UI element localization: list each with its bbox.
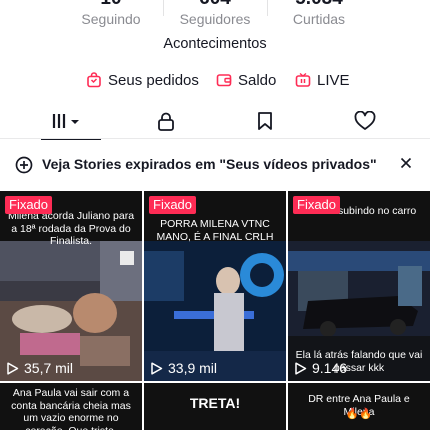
play-icon [7,361,19,375]
live-label: LIVE [317,71,350,89]
video-tile[interactable]: Fixado Juliano subindo no carro Ela lá a… [288,191,430,381]
video-caption: TRETA! [189,395,241,411]
followers-label: Seguidores [179,11,251,27]
likes-stat[interactable]: 5.034 Curtidas [264,0,374,28]
video-caption: Ana Paula vai sair com a conta bancária … [11,387,131,430]
tab-saved[interactable] [240,106,290,136]
live-link[interactable]: LIVE [295,69,350,91]
heart-icon [354,111,376,130]
profile-stats: 10 Seguindo 604 Seguidores 5.034 Curtida… [0,0,430,32]
followers-count: 604 [160,0,270,10]
banner-text: Veja Stories expirados em "Seus vídeos p… [42,156,377,172]
following-count: 10 [56,0,166,10]
quick-links: Seus pedidos Saldo LIVE [0,69,430,91]
video-tile[interactable]: Fixado PORRA MILENA VTNC MANO, É A FINAL… [144,191,286,381]
videos-grid-icon [52,114,79,128]
video-tile[interactable]: DR entre Ana Paula e Milena 🔥🔥 [288,383,430,430]
lock-icon [158,112,174,131]
tab-private[interactable] [141,106,191,136]
bookmark-icon [258,112,272,130]
likes-label: Curtidas [292,11,346,27]
view-count: 35,7 mil [6,360,73,376]
stories-banner[interactable]: Veja Stories expirados em "Seus vídeos p… [0,150,430,180]
profile-tabs [0,106,430,140]
following-stat[interactable]: 10 Seguindo [56,0,166,28]
view-count-value: 35,7 mil [24,360,74,376]
tab-liked[interactable] [340,106,390,136]
add-story-icon [15,156,33,174]
following-label: Seguindo [81,11,141,27]
video-caption-emoji: 🔥🔥 [345,408,373,420]
tab-videos[interactable] [43,106,93,136]
events-link[interactable]: Acontecimentos [0,36,430,52]
video-tile[interactable]: Ana Paula vai sair com a conta bancária … [0,383,142,430]
wallet-icon [216,74,232,87]
video-caption: Milena acorda Juliano para a 18ª rodada … [7,210,135,247]
view-count: 9.146 [294,360,347,376]
followers-stat[interactable]: 604 Seguidores [160,0,270,28]
balance-label: Saldo [238,71,277,89]
close-icon[interactable] [398,155,414,171]
balance-link[interactable]: Saldo [216,69,276,91]
video-caption: PORRA MILENA VTNC MANO, É A FINAL CRLH [156,218,274,243]
video-tile[interactable]: Fixado Milena acorda Juliano para a 18ª … [0,191,142,381]
view-count-value: 9.146 [312,360,348,376]
play-icon [295,361,307,375]
live-tv-icon [295,72,311,87]
tab-divider [0,138,430,139]
pinned-badge: Fixado [5,196,53,214]
view-count: 33,9 mil [150,360,217,376]
video-tile[interactable]: TRETA! [144,383,286,430]
pinned-badge: Fixado [293,196,341,214]
orders-link[interactable]: Seus pedidos [86,69,199,91]
pinned-badge: Fixado [149,196,197,214]
view-count-value: 33,9 mil [168,360,218,376]
orders-label: Seus pedidos [108,71,199,89]
play-icon [151,361,163,375]
shopping-bag-icon [87,72,101,88]
likes-count: 5.034 [264,0,374,10]
video-grid: Fixado Milena acorda Juliano para a 18ª … [0,191,430,430]
